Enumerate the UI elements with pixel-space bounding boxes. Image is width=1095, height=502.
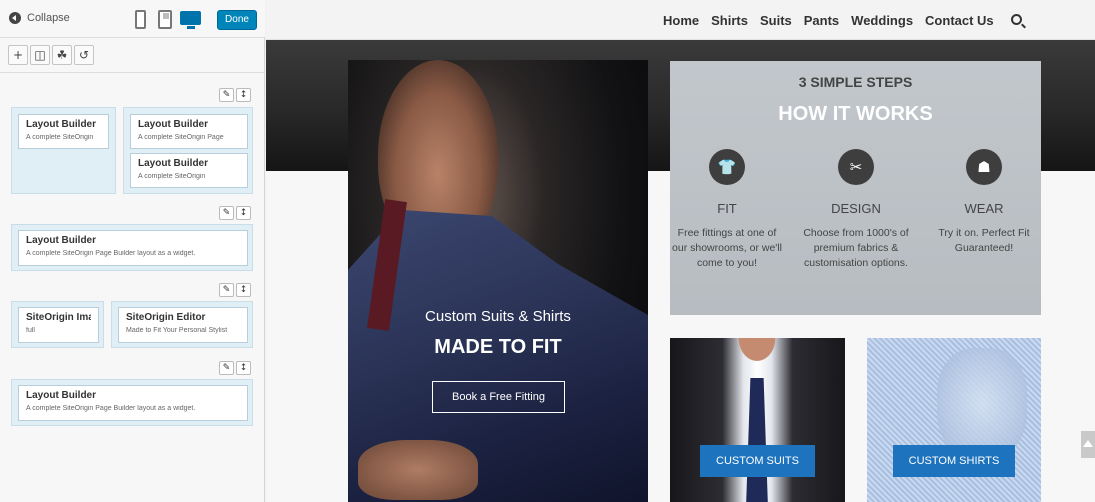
widget-title: Layout Builder: [26, 390, 97, 401]
widget-layout-builder[interactable]: Layout Builder A complete SiteOrigin: [18, 114, 109, 149]
row-controls: ✎ ↕: [219, 88, 251, 102]
widget-title: Layout Builder: [138, 158, 209, 169]
collapse-label: Collapse: [27, 12, 70, 24]
step-fit: 👕 FIT Free fittings at one of our showro…: [672, 149, 782, 271]
custom-suits-tile: CUSTOM SUITS: [670, 338, 845, 502]
nav-contact[interactable]: Contact Us: [925, 13, 994, 28]
wrench-icon[interactable]: ✎: [219, 361, 234, 375]
hero-subtitle: Custom Suits & Shirts: [425, 308, 571, 325]
widget-desc: A complete SiteOrigin Page Builder layou…: [26, 405, 196, 412]
layout-icon[interactable]: ☘: [52, 45, 72, 65]
row-cell[interactable]: Layout Builder A complete SiteOrigin: [11, 107, 116, 194]
widget-title: SiteOrigin Editor: [126, 312, 206, 323]
divider: [0, 72, 265, 73]
row-cell[interactable]: Layout Builder A complete SiteOrigin Pag…: [11, 224, 253, 271]
custom-shirts-tile: CUSTOM SHIRTS: [867, 338, 1041, 502]
add-icon[interactable]: +: [8, 45, 28, 65]
nav-home[interactable]: Home: [663, 13, 699, 28]
steps-kicker: 3 SIMPLE STEPS: [798, 74, 913, 90]
step-desc: Try it on. Perfect Fit Guaranteed!: [938, 227, 1030, 254]
book-fitting-button[interactable]: Book a Free Fitting: [432, 381, 565, 413]
widget-title: Layout Builder: [26, 119, 97, 130]
row-cell[interactable]: Layout Builder A complete SiteOrigin Pag…: [11, 379, 253, 426]
phone-icon[interactable]: [135, 10, 146, 29]
move-icon[interactable]: ↕: [236, 361, 251, 375]
row-cell[interactable]: Layout Builder A complete SiteOrigin Pag…: [123, 107, 253, 194]
step-title: WEAR: [964, 201, 1004, 216]
row-cell[interactable]: SiteOrigin Editor Made to Fit Your Perso…: [111, 301, 253, 348]
site-nav: Home Shirts Suits Pants Weddings Contact…: [266, 0, 1095, 40]
widget-siteorigin-image[interactable]: SiteOrigin Image full: [18, 307, 99, 343]
step-title: FIT: [717, 201, 737, 216]
how-it-works-panel: 3 SIMPLE STEPS HOW IT WORKS 👕 FIT Free f…: [670, 61, 1041, 315]
row-controls: ✎ ↕: [219, 283, 251, 297]
steps-heading: HOW IT WORKS: [778, 103, 933, 125]
step-title: DESIGN: [831, 201, 881, 216]
widget-title: Layout Builder: [26, 235, 97, 246]
page-builder-panel: Collapse Done + ◫ ☘ ↺ ✎ ↕ Layout Builder…: [0, 0, 265, 502]
widget-layout-builder[interactable]: Layout Builder A complete SiteOrigin Pag…: [130, 114, 248, 149]
tshirt-icon: 👕: [709, 149, 745, 185]
hero-title: MADE TO FIT: [434, 336, 562, 358]
row-controls: ✎ ↕: [219, 206, 251, 220]
widget-title: Layout Builder: [138, 119, 209, 130]
history-icon[interactable]: ↺: [74, 45, 94, 65]
widget-desc: full: [26, 327, 35, 334]
widget-layout-builder[interactable]: Layout Builder A complete SiteOrigin Pag…: [18, 230, 248, 266]
nav-pants[interactable]: Pants: [804, 13, 839, 28]
collapse-button[interactable]: Collapse: [9, 12, 70, 24]
search-icon[interactable]: [1011, 14, 1022, 25]
model-hand: [358, 440, 478, 500]
scroll-to-top-button[interactable]: [1081, 431, 1095, 458]
widget-layout-builder[interactable]: Layout Builder A complete SiteOrigin: [130, 153, 248, 188]
widget-desc: A complete SiteOrigin: [26, 134, 94, 141]
shirt-sleeve-image: [937, 348, 1027, 458]
widget-title: SiteOrigin Image: [26, 312, 91, 323]
wrench-icon[interactable]: ✎: [219, 206, 234, 220]
move-icon[interactable]: ↕: [236, 88, 251, 102]
tablet-icon[interactable]: [158, 10, 172, 29]
nav-suits[interactable]: Suits: [760, 13, 792, 28]
widget-desc: Made to Fit Your Personal Stylist: [126, 327, 228, 334]
wrench-icon[interactable]: ✎: [219, 283, 234, 297]
wear-icon: ☗: [966, 149, 1002, 185]
builder-toolbar: + ◫ ☘ ↺: [8, 45, 94, 65]
widget-desc: A complete SiteOrigin: [138, 173, 206, 180]
move-icon[interactable]: ↕: [236, 206, 251, 220]
row-cell[interactable]: SiteOrigin Image full: [11, 301, 104, 348]
hero-image-panel: Custom Suits & Shirts MADE TO FIT Book a…: [348, 60, 648, 502]
move-icon[interactable]: ↕: [236, 283, 251, 297]
widget-desc: A complete SiteOrigin Page Builder layou…: [26, 250, 196, 257]
step-design: ✂ DESIGN Choose from 1000's of premium f…: [801, 149, 911, 271]
collapse-arrow-icon: [9, 12, 21, 24]
nav-shirts[interactable]: Shirts: [711, 13, 748, 28]
step-desc: Free fittings at one of our showrooms, o…: [672, 227, 782, 269]
wrench-icon[interactable]: ✎: [219, 88, 234, 102]
collar-image: [725, 338, 789, 378]
tie-image: [746, 378, 768, 502]
desktop-icon[interactable]: [180, 11, 201, 29]
custom-suits-button[interactable]: CUSTOM SUITS: [700, 445, 815, 477]
widget-siteorigin-editor[interactable]: SiteOrigin Editor Made to Fit Your Perso…: [118, 307, 248, 343]
custom-shirts-button[interactable]: CUSTOM SHIRTS: [893, 445, 1015, 477]
step-desc: Choose from 1000's of premium fabrics & …: [803, 227, 909, 269]
done-button[interactable]: Done: [217, 10, 257, 30]
columns-icon[interactable]: ◫: [30, 45, 50, 65]
widget-desc: A complete SiteOrigin Page: [138, 134, 224, 141]
widget-layout-builder[interactable]: Layout Builder A complete SiteOrigin Pag…: [18, 385, 248, 421]
nav-weddings[interactable]: Weddings: [851, 13, 913, 28]
step-wear: ☗ WEAR Try it on. Perfect Fit Guaranteed…: [929, 149, 1039, 256]
scissors-icon: ✂: [838, 149, 874, 185]
builder-topbar: Collapse Done: [0, 0, 265, 38]
site-preview: Home Shirts Suits Pants Weddings Contact…: [266, 0, 1095, 502]
row-controls: ✎ ↕: [219, 361, 251, 375]
